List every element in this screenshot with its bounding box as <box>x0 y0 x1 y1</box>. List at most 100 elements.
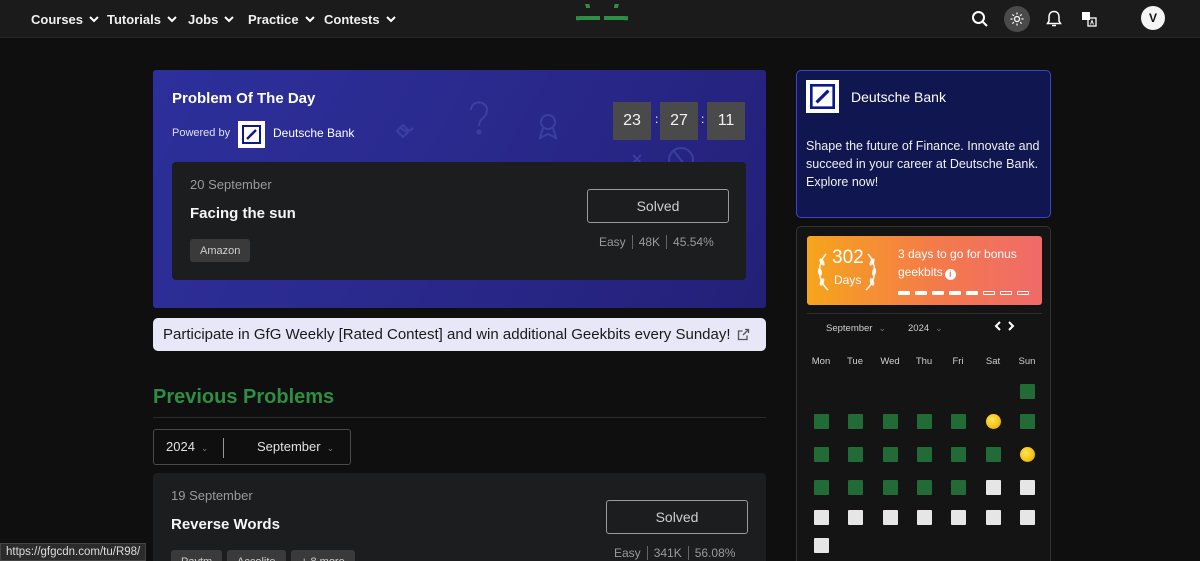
calendar-day[interactable] <box>814 447 829 462</box>
sponsor-ad-card[interactable]: Deutsche Bank Shape the future of Financ… <box>796 70 1051 218</box>
chevron-down-icon <box>385 16 396 23</box>
chevron-down-icon <box>167 16 177 23</box>
sun-icon <box>1010 12 1024 26</box>
problem-stats: Easy 48K 45.54% <box>599 235 714 249</box>
translate-icon <box>1082 12 1097 27</box>
powered-by-label: Powered by <box>172 127 231 139</box>
info-icon[interactable]: i <box>944 269 956 280</box>
calendar-day[interactable] <box>951 447 966 462</box>
previous-problem-card[interactable]: 19 September Reverse Words Paytm Accolit… <box>153 473 766 561</box>
calendar-day[interactable] <box>848 414 863 429</box>
calendar-day[interactable] <box>951 480 966 495</box>
calendar-day[interactable] <box>883 510 898 525</box>
year-select[interactable]: 2024 ⌄ <box>166 439 208 454</box>
gfg-logo-icon[interactable] <box>576 4 628 32</box>
timer-seconds: 11 <box>707 102 745 140</box>
chevron-down-icon <box>89 16 99 23</box>
calendar-day[interactable] <box>986 447 1001 462</box>
chevron-down-icon: ⌄ <box>326 443 335 453</box>
streak-message-text: 3 days to go for bonus geekbits <box>898 247 1017 279</box>
potd-problem-card[interactable]: 20 September Facing the sun Amazon Solve… <box>172 162 746 280</box>
theme-toggle-button[interactable] <box>1004 6 1030 32</box>
calendar-day[interactable] <box>814 480 829 495</box>
company-tag[interactable]: Paytm <box>171 550 223 561</box>
calendar-day[interactable] <box>814 510 829 525</box>
nav-tutorials[interactable]: Tutorials <box>107 0 178 38</box>
problem-date: 20 September <box>190 177 272 192</box>
calendar-day[interactable] <box>917 510 932 525</box>
sponsor-name: Deutsche Bank <box>851 89 946 105</box>
weekday-label: Sun <box>1018 356 1036 367</box>
prev-month-button[interactable] <box>994 321 1002 334</box>
calendar-year-select[interactable]: 2024 ⌄ <box>908 323 943 334</box>
company-tag[interactable]: Accolite <box>227 550 286 561</box>
nav-courses-label: Courses <box>31 11 84 27</box>
language-button[interactable] <box>1076 6 1102 32</box>
search-button[interactable] <box>967 6 993 32</box>
nav-contests[interactable]: Contests <box>324 0 397 38</box>
chevron-down-icon <box>304 16 315 23</box>
more-tags[interactable]: + 8 more <box>291 550 355 561</box>
calendar-day[interactable] <box>1020 384 1035 399</box>
timer-separator: : <box>655 112 659 126</box>
calendar-day[interactable] <box>917 447 932 462</box>
streak-progress-segment <box>915 291 927 295</box>
calendar-day[interactable] <box>917 480 932 495</box>
nav-jobs[interactable]: Jobs <box>188 0 235 38</box>
next-month-button[interactable] <box>1007 321 1015 334</box>
submissions-count: 341K <box>653 546 682 560</box>
month-select[interactable]: September ⌄ <box>257 439 334 454</box>
nav-practice-label: Practice <box>248 11 299 27</box>
calendar-day[interactable] <box>1020 510 1035 525</box>
deutsche-bank-logo-icon <box>806 80 839 113</box>
calendar-day[interactable] <box>951 414 966 429</box>
calendar-day[interactable] <box>883 414 898 429</box>
calendar-month: September <box>826 323 873 334</box>
problem-title[interactable]: Reverse Words <box>171 516 280 533</box>
calendar-day[interactable] <box>848 480 863 495</box>
company-tag[interactable]: Amazon <box>190 239 251 262</box>
calendar-day[interactable] <box>986 480 1001 495</box>
weekly-contest-banner[interactable]: Participate in GfG Weekly [Rated Contest… <box>153 318 766 351</box>
weekday-label: Mon <box>811 356 831 367</box>
streak-calendar-card: 302 Days 3 days to go for bonus geekbits… <box>796 226 1051 561</box>
bonus-coin-day[interactable] <box>986 414 1001 429</box>
nav-practice[interactable]: Practice <box>248 0 316 38</box>
nav-courses[interactable]: Courses <box>31 0 100 38</box>
date-filter: 2024 ⌄ September ⌄ <box>153 429 351 465</box>
problem-title[interactable]: Facing the sun <box>190 205 296 222</box>
calendar-day[interactable] <box>848 510 863 525</box>
nav-jobs-label: Jobs <box>188 11 219 27</box>
streak-progress <box>898 291 1029 295</box>
bonus-coin-day[interactable] <box>1020 447 1035 462</box>
difficulty: Easy <box>614 546 641 560</box>
calendar-day[interactable] <box>883 447 898 462</box>
weekday-label: Tue <box>846 356 864 367</box>
calendar-day[interactable] <box>1020 414 1035 429</box>
solved-button[interactable]: Solved <box>587 189 729 223</box>
accuracy: 56.08% <box>694 546 736 560</box>
calendar-day[interactable] <box>917 414 932 429</box>
calendar-day[interactable] <box>883 480 898 495</box>
timer-hours: 23 <box>613 102 651 140</box>
calendar-day[interactable] <box>814 538 829 553</box>
chevron-down-icon: ⌄ <box>935 323 943 333</box>
problem-stats: Easy 341K 56.08% <box>614 546 735 560</box>
top-nav: Courses Tutorials Jobs Practice Contests… <box>0 0 1200 38</box>
solved-button[interactable]: Solved <box>606 500 748 534</box>
calendar-day[interactable] <box>814 414 829 429</box>
problem-date: 19 September <box>171 488 253 503</box>
chevron-right-icon <box>1008 321 1015 331</box>
notifications-button[interactable] <box>1041 6 1067 32</box>
calendar-month-select[interactable]: September ⌄ <box>826 323 886 334</box>
avatar[interactable]: V <box>1141 6 1165 30</box>
calendar-day[interactable] <box>1020 480 1035 495</box>
contest-banner-text: Participate in GfG Weekly [Rated Contest… <box>163 326 731 343</box>
weekday-label: Sat <box>985 356 1001 367</box>
calendar-day[interactable] <box>986 510 1001 525</box>
calendar-day[interactable] <box>848 447 863 462</box>
streak-progress-segment <box>949 291 961 295</box>
weekday-label: Thu <box>915 356 933 367</box>
calendar-day[interactable] <box>951 510 966 525</box>
accuracy: 45.54% <box>673 235 714 249</box>
